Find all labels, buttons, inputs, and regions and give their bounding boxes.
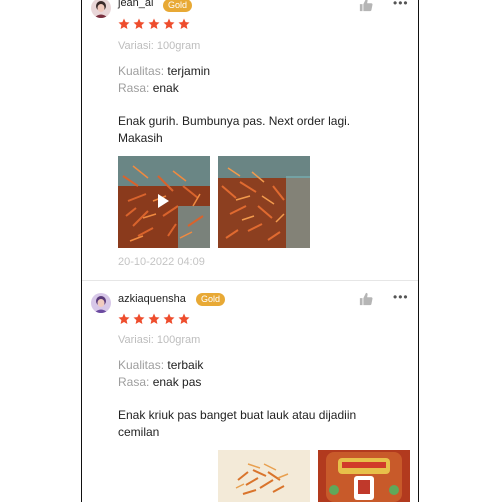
quality-value: terbaik (167, 358, 204, 372)
gold-badge: Gold (163, 0, 193, 12)
more-options-icon[interactable]: ••• (393, 0, 409, 10)
star-icon (163, 18, 175, 29)
reviewer-name[interactable]: jean_ai (118, 0, 153, 9)
star-icon (118, 313, 130, 324)
taste-value: enak pas (152, 375, 202, 389)
star-rating (118, 313, 190, 325)
quality-label: Kualitas: (118, 358, 168, 372)
thumbs-up-icon[interactable] (359, 0, 373, 12)
star-icon (178, 313, 190, 324)
taste-label: Rasa: (118, 375, 153, 389)
left-margin (0, 0, 81, 502)
review-list[interactable]: jean_ai Gold ••• Variasi: 100gram Kualit… (81, 0, 419, 502)
star-icon (133, 18, 145, 29)
review-divider (82, 280, 418, 281)
review-comment: Enak gurih. Bumbunya pas. Next order lag… (118, 114, 351, 145)
review-photo[interactable] (218, 156, 310, 248)
thumbs-up-icon[interactable] (359, 292, 373, 306)
star-rating (118, 18, 190, 30)
review-photo[interactable] (218, 450, 310, 502)
star-icon (163, 313, 175, 324)
star-icon (133, 313, 145, 324)
right-margin (419, 0, 502, 502)
avatar[interactable] (91, 0, 111, 18)
star-icon (178, 18, 190, 29)
review-comment: Enak kriuk pas banget buat lauk atau dij… (118, 408, 357, 439)
star-icon (148, 18, 160, 29)
quality-label: Kualitas: (118, 64, 168, 78)
star-icon (118, 18, 130, 29)
review-video-thumbnail[interactable] (118, 156, 210, 248)
taste-label: Rasa: (118, 81, 153, 95)
quality-row: Kualitas: terjamin (118, 64, 210, 78)
taste-row: Rasa: enak pas (118, 375, 201, 389)
quality-value: terjamin (167, 64, 211, 78)
avatar[interactable] (91, 293, 111, 313)
play-icon (158, 194, 169, 208)
more-options-icon[interactable]: ••• (393, 290, 409, 304)
review-photo[interactable] (318, 450, 410, 502)
gold-badge: Gold (196, 293, 226, 306)
taste-value: enak (152, 81, 179, 95)
reviewer-name[interactable]: azkiaquensha (118, 293, 186, 305)
review-date: 20-10-2022 04:09 (118, 256, 205, 268)
variant-text: Variasi: 100gram (118, 40, 201, 52)
quality-row: Kualitas: terbaik (118, 358, 203, 372)
variant-text: Variasi: 100gram (118, 334, 201, 346)
star-icon (148, 313, 160, 324)
taste-row: Rasa: enak (118, 81, 179, 95)
